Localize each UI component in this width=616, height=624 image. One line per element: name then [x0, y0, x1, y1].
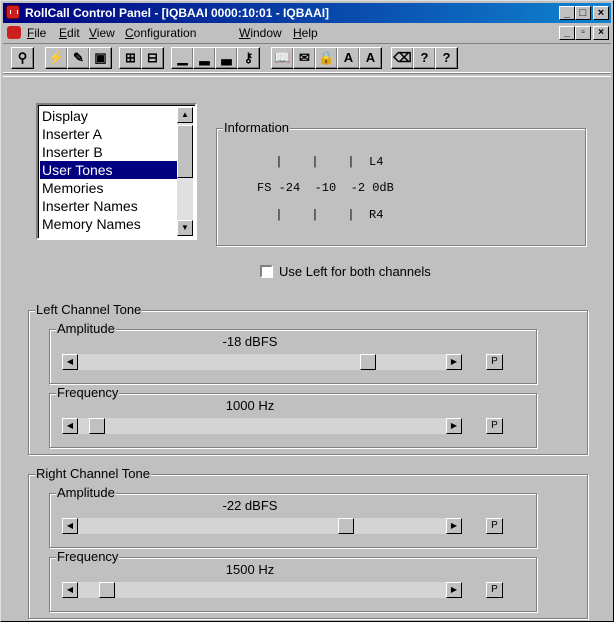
left-channel-title: Left Channel Tone: [35, 302, 143, 317]
left-channel-group: Left Channel Tone Amplitude -18 dBFS ◀ ▶…: [28, 302, 588, 455]
right-frequency-preset-button[interactable]: P: [486, 582, 503, 598]
menu-view[interactable]: View: [89, 26, 115, 40]
document-icon[interactable]: [7, 26, 21, 39]
save-icon[interactable]: ▣: [89, 47, 112, 69]
category-list[interactable]: Display Inserter A Inserter B User Tones Mem…: [36, 103, 197, 240]
right-arrow-button[interactable]: ▶: [446, 418, 462, 434]
list-item[interactable]: Inserter Names: [40, 197, 178, 215]
signal-low-icon[interactable]: ▁: [171, 47, 194, 69]
signal-mid-icon[interactable]: ▂: [193, 47, 216, 69]
signal-high-icon[interactable]: ▃: [215, 47, 238, 69]
use-left-checkbox[interactable]: [260, 265, 273, 278]
slider-thumb[interactable]: [99, 582, 115, 598]
list-scrollbar[interactable]: ▲ ▼: [177, 107, 193, 236]
connect-icon[interactable]: ⚲: [11, 47, 34, 69]
slider-thumb[interactable]: [89, 418, 105, 434]
device-icon[interactable]: ⊟: [141, 47, 164, 69]
font-a-icon[interactable]: A: [337, 47, 360, 69]
right-amplitude-preset-button[interactable]: P: [486, 518, 503, 534]
left-frequency-slider[interactable]: ◀ ▶: [62, 418, 462, 434]
right-channel-group: Right Channel Tone Amplitude -22 dBFS ◀ …: [28, 466, 588, 619]
scroll-up-button[interactable]: ▲: [177, 107, 193, 123]
scroll-down-button[interactable]: ▼: [177, 220, 193, 236]
left-amplitude-slider[interactable]: ◀ ▶: [62, 354, 462, 370]
right-amplitude-value: -22 dBFS: [222, 498, 278, 513]
help-index-icon[interactable]: ?: [413, 47, 436, 69]
slider-thumb[interactable]: [360, 354, 376, 370]
close-button[interactable]: ×: [593, 6, 609, 20]
list-item[interactable]: Inserter B: [40, 143, 178, 161]
left-arrow-button[interactable]: ◀: [62, 518, 78, 534]
left-frequency-preset-button[interactable]: P: [486, 418, 503, 434]
font-a-green-icon[interactable]: A: [359, 47, 382, 69]
slider-thumb[interactable]: [338, 518, 354, 534]
left-amplitude-value: -18 dBFS: [222, 334, 278, 349]
menu-file[interactable]: File: [27, 26, 46, 40]
key-icon[interactable]: ⚷: [237, 47, 260, 69]
right-amplitude-slider[interactable]: ◀ ▶: [62, 518, 462, 534]
menu-bar: File Edit View Configuration Window Help…: [3, 24, 611, 42]
list-item[interactable]: Inserter A: [40, 125, 178, 143]
scroll-thumb[interactable]: [177, 125, 193, 178]
right-amplitude-group: Amplitude -22 dBFS ◀ ▶ P: [49, 485, 537, 548]
mdi-minimize-button[interactable]: _: [559, 26, 575, 40]
right-arrow-button[interactable]: ▶: [446, 582, 462, 598]
minimize-button[interactable]: _: [559, 6, 575, 20]
right-channel-title: Right Channel Tone: [35, 466, 151, 481]
use-left-label: Use Left for both channels: [279, 264, 431, 279]
meter-line-left: | | | L4: [261, 155, 384, 169]
menu-edit[interactable]: Edit: [59, 26, 80, 40]
meter-scale: FS -24 -10 -2 0dB: [257, 181, 394, 195]
book-icon[interactable]: 📖: [271, 47, 294, 69]
information-title: Information: [223, 120, 291, 135]
client-area: Display Inserter A Inserter B User Tones Mem…: [3, 77, 611, 621]
maximize-button[interactable]: □: [575, 6, 591, 20]
list-item[interactable]: Display: [40, 107, 178, 125]
information-group: Information | | | L4 FS -24 -10 -2 0dB |…: [216, 120, 586, 246]
left-frequency-group: Frequency 1000 Hz ◀ ▶ P: [49, 385, 537, 448]
left-arrow-button[interactable]: ◀: [62, 354, 78, 370]
right-arrow-button[interactable]: ▶: [446, 518, 462, 534]
toolbar: ⚲ ⚡ ✎ ▣ ⊞ ⊟ ▁ ▂ ▃ ⚷ 📖 ✉ 🔒 A A ⌫??: [3, 43, 611, 73]
network-icon[interactable]: ⊞: [119, 47, 142, 69]
mdi-restore-button[interactable]: ▫: [575, 26, 591, 40]
flash-icon[interactable]: ⚡: [45, 47, 68, 69]
meter-line-right: | | | R4: [261, 208, 384, 222]
right-frequency-slider[interactable]: ◀ ▶: [62, 582, 462, 598]
list-item[interactable]: User Tones: [40, 161, 178, 179]
menu-help[interactable]: Help: [293, 26, 318, 40]
left-amplitude-preset-button[interactable]: P: [486, 354, 503, 370]
edit-icon[interactable]: ✎: [67, 47, 90, 69]
lock-icon[interactable]: 🔒: [315, 47, 338, 69]
mdi-close-button[interactable]: ×: [593, 26, 609, 40]
eraser-icon[interactable]: ⌫: [391, 47, 414, 69]
left-arrow-button[interactable]: ◀: [62, 418, 78, 434]
menu-window[interactable]: Window: [239, 26, 282, 40]
left-amplitude-group: Amplitude -18 dBFS ◀ ▶ P: [49, 321, 537, 384]
menu-configuration[interactable]: Configuration: [125, 26, 196, 40]
right-arrow-button[interactable]: ▶: [446, 354, 462, 370]
window-title: RollCall Control Panel - [IQBAAI 0000:10…: [25, 6, 330, 20]
title-bar[interactable]: RollCall Control Panel - [IQBAAI 0000:10…: [3, 3, 611, 23]
app-icon[interactable]: [6, 5, 20, 19]
right-frequency-value: 1500 Hz: [225, 562, 275, 577]
left-arrow-button[interactable]: ◀: [62, 582, 78, 598]
list-item[interactable]: Memories: [40, 179, 178, 197]
help-icon[interactable]: ?: [435, 47, 458, 69]
notes-icon[interactable]: ✉: [293, 47, 316, 69]
main-window: RollCall Control Panel - [IQBAAI 0000:10…: [0, 0, 614, 622]
left-frequency-value: 1000 Hz: [225, 398, 275, 413]
list-item[interactable]: Memory Names: [40, 215, 178, 233]
right-frequency-group: Frequency 1500 Hz ◀ ▶ P: [49, 549, 537, 612]
